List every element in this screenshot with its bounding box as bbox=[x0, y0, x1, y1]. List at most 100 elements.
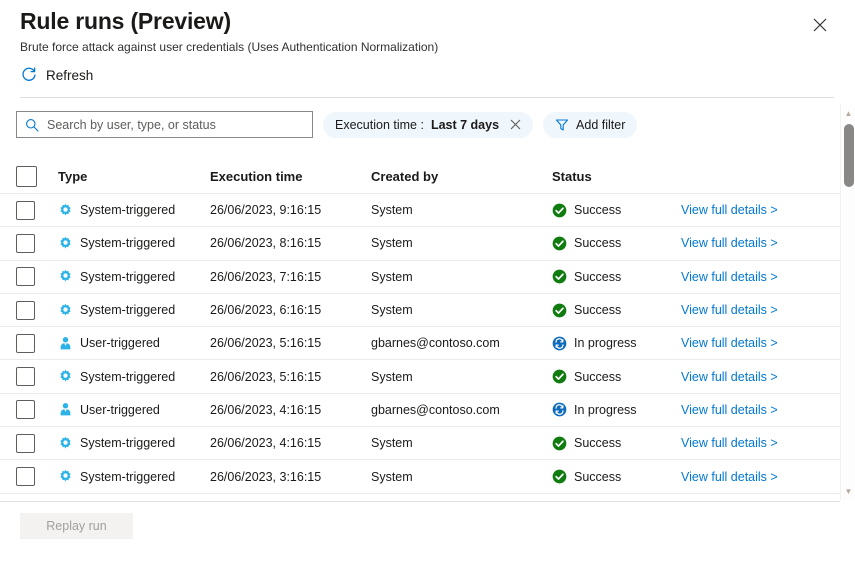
success-check-icon bbox=[552, 203, 567, 218]
table-row[interactable]: System-triggered26/06/2023, 6:16:15Syste… bbox=[0, 294, 840, 327]
add-filter-button[interactable]: Add filter bbox=[543, 112, 637, 138]
gear-icon bbox=[58, 469, 73, 484]
cell-execution-time: 26/06/2023, 4:16:15 bbox=[210, 436, 321, 450]
row-checkbox[interactable] bbox=[16, 434, 35, 453]
scroll-up-arrow[interactable]: ▲ bbox=[841, 106, 855, 120]
cell-status: Success bbox=[552, 269, 621, 284]
close-icon bbox=[813, 18, 827, 32]
table-row[interactable]: User-triggered26/06/2023, 4:16:15gbarnes… bbox=[0, 394, 840, 427]
cell-type-label: System-triggered bbox=[80, 370, 175, 384]
search-input[interactable] bbox=[47, 118, 304, 132]
cell-created-by: System bbox=[371, 370, 413, 384]
replay-run-button[interactable]: Replay run bbox=[20, 513, 133, 539]
success-check-icon bbox=[552, 469, 567, 484]
cell-type-label: System-triggered bbox=[80, 436, 175, 450]
row-checkbox[interactable] bbox=[16, 267, 35, 286]
table-row[interactable]: System-triggered 26/06/2023, 9:16:15 Syste… bbox=[0, 194, 840, 227]
cell-type-label: System-triggered bbox=[80, 470, 175, 484]
row-checkbox[interactable] bbox=[16, 467, 35, 486]
sync-in-progress-icon bbox=[552, 336, 567, 351]
row-checkbox[interactable] bbox=[16, 201, 35, 220]
row-checkbox-cell bbox=[16, 334, 35, 353]
row-checkbox[interactable] bbox=[16, 234, 35, 253]
rule-runs-panel: Rule runs (Preview) Brute force attack a… bbox=[0, 0, 855, 580]
cell-created-by: gbarnes@contoso.com bbox=[371, 336, 500, 350]
success-check-icon bbox=[552, 269, 567, 284]
footer-divider bbox=[0, 501, 840, 502]
view-full-details-link[interactable]: View full details > bbox=[681, 403, 778, 417]
row-checkbox-cell bbox=[16, 201, 35, 220]
row-checkbox[interactable] bbox=[16, 334, 35, 353]
table-row[interactable]: User-triggered26/06/2023, 5:16:15gbarnes… bbox=[0, 327, 840, 360]
cell-type-label: User-triggered bbox=[80, 403, 160, 417]
execution-time-filter-value: Last 7 days bbox=[431, 118, 499, 132]
cell-execution-time: 26/06/2023, 3:16:15 bbox=[210, 470, 321, 484]
person-icon bbox=[58, 336, 73, 351]
cell-status: Success bbox=[552, 203, 621, 218]
row-checkbox-cell bbox=[16, 434, 35, 453]
cell-created-by: System bbox=[371, 436, 413, 450]
scrollbar-thumb[interactable] bbox=[844, 124, 854, 187]
column-header-type[interactable]: Type bbox=[58, 169, 87, 184]
search-icon bbox=[25, 118, 39, 132]
cell-execution-time: 26/06/2023, 7:16:15 bbox=[210, 270, 321, 284]
cell-execution-time: 26/06/2023, 9:16:15 bbox=[210, 203, 321, 217]
cell-type: System-triggered bbox=[58, 469, 175, 484]
refresh-icon bbox=[20, 66, 38, 84]
cell-type-label: System-triggered bbox=[80, 270, 175, 284]
scroll-down-arrow[interactable]: ▼ bbox=[841, 484, 855, 498]
execution-time-filter-pill[interactable]: Execution time : Last 7 days bbox=[323, 112, 533, 138]
cell-type-label: System-triggered bbox=[80, 303, 175, 317]
column-header-created-by[interactable]: Created by bbox=[371, 169, 438, 184]
view-full-details-link[interactable]: View full details > bbox=[681, 336, 778, 350]
status-badge: Success bbox=[574, 203, 621, 217]
row-checkbox-cell bbox=[16, 367, 35, 386]
row-checkbox[interactable] bbox=[16, 301, 35, 320]
gear-icon bbox=[58, 269, 73, 284]
success-check-icon bbox=[552, 303, 567, 318]
column-header-status[interactable]: Status bbox=[552, 169, 592, 184]
filter-bar: Execution time : Last 7 days Add filter bbox=[16, 111, 637, 138]
success-check-icon bbox=[552, 436, 567, 451]
success-check-icon bbox=[552, 236, 567, 251]
view-full-details-link[interactable]: View full details > bbox=[681, 436, 778, 450]
table-row[interactable]: System-triggered26/06/2023, 8:16:15Syste… bbox=[0, 227, 840, 260]
status-badge: Success bbox=[574, 436, 621, 450]
status-badge: Success bbox=[574, 270, 621, 284]
table-row[interactable]: System-triggered26/06/2023, 5:16:15Syste… bbox=[0, 360, 840, 393]
cell-execution-time: 26/06/2023, 5:16:15 bbox=[210, 336, 321, 350]
view-full-details-link[interactable]: View full details > bbox=[681, 270, 778, 284]
view-full-details-link[interactable]: View full details > bbox=[681, 470, 778, 484]
execution-time-filter-label: Execution time : bbox=[335, 118, 424, 132]
column-header-execution-time[interactable]: Execution time bbox=[210, 169, 302, 184]
row-checkbox-cell bbox=[16, 400, 35, 419]
search-box[interactable] bbox=[16, 111, 313, 138]
cell-status: Success bbox=[552, 236, 621, 251]
cell-type: System-triggered bbox=[58, 203, 175, 218]
view-full-details-link[interactable]: View full details > bbox=[681, 303, 778, 317]
view-full-details-link[interactable]: View full details > bbox=[681, 236, 778, 250]
status-badge: Success bbox=[574, 470, 621, 484]
remove-filter-icon[interactable] bbox=[510, 119, 521, 130]
table-header-row: Type Execution time Created by Status bbox=[0, 160, 840, 194]
cell-status: Success bbox=[552, 303, 621, 318]
gear-icon bbox=[58, 436, 73, 451]
status-badge: In progress bbox=[574, 336, 637, 350]
table-row[interactable]: System-triggered 26/06/2023, 4:16:15 Syste… bbox=[0, 427, 840, 460]
table-row[interactable]: System-triggered26/06/2023, 7:16:15Syste… bbox=[0, 261, 840, 294]
view-full-details-link[interactable]: View full details > bbox=[681, 203, 778, 217]
row-checkbox[interactable] bbox=[16, 400, 35, 419]
cell-created-by: System bbox=[371, 203, 413, 217]
select-all-checkbox-cell bbox=[16, 166, 37, 187]
row-checkbox[interactable] bbox=[16, 367, 35, 386]
close-button[interactable] bbox=[807, 12, 833, 38]
refresh-button[interactable]: Refresh bbox=[20, 66, 93, 84]
cell-status: In progress bbox=[552, 336, 637, 351]
table-scrollbar[interactable]: ▲ ▼ bbox=[840, 104, 855, 500]
view-full-details-link[interactable]: View full details > bbox=[681, 370, 778, 384]
row-checkbox-cell bbox=[16, 467, 35, 486]
table-row[interactable]: System-triggered26/06/2023, 3:16:15Syste… bbox=[0, 460, 840, 493]
row-checkbox-cell bbox=[16, 234, 35, 253]
select-all-checkbox[interactable] bbox=[16, 166, 37, 187]
status-badge: Success bbox=[574, 303, 621, 317]
